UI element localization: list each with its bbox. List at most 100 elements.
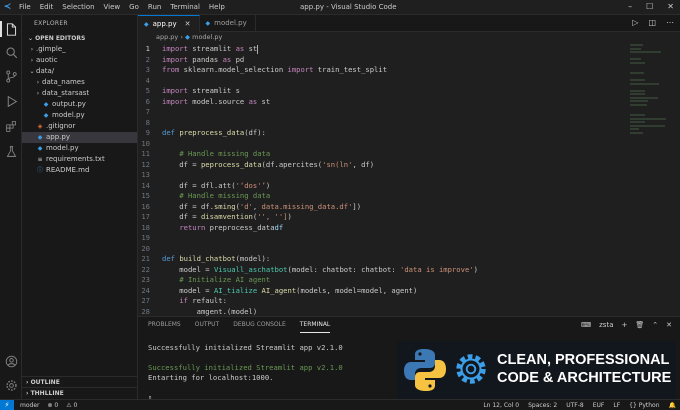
code-line[interactable]: 17 df = disamvention('', '']) <box>138 212 628 223</box>
file-item[interactable]: ◆ model.py <box>22 143 137 154</box>
code-line[interactable]: 14 df = dfl.att('‘dos'’) <box>138 181 628 192</box>
run-debug-icon[interactable] <box>3 93 19 109</box>
open-editors-section[interactable]: ⌄ OPEN EDITORS <box>22 33 137 44</box>
panel-tab-debug-console[interactable]: DEBUG CONSOLE <box>233 317 286 333</box>
panel-tab-terminal[interactable]: TERMINAL <box>299 317 331 333</box>
chevron-right-icon: › <box>30 46 34 53</box>
breadcrumb-item[interactable]: model.py <box>192 33 222 41</box>
code-token: sklearn.model_selection <box>183 65 288 74</box>
maximize-panel-icon[interactable]: ⌃ <box>652 321 658 329</box>
folder-item[interactable]: ⌄ data/ <box>22 66 137 77</box>
tab-app-py[interactable]: ◆ app.py ✕ <box>138 15 200 32</box>
code-line[interactable]: 11 # Handle missing data <box>138 149 628 160</box>
code-line[interactable]: 6 import model.source as st <box>138 97 628 108</box>
code-token: train_test_split <box>317 65 388 74</box>
folder-item[interactable]: › .gimple_ <box>22 44 137 55</box>
status-left-item[interactable]: ⚠ 0 <box>66 402 77 409</box>
testing-icon[interactable] <box>3 143 19 159</box>
maximize-icon[interactable]: ☐ <box>646 2 653 11</box>
panel-tab-problems[interactable]: PROBLEMS <box>148 317 181 333</box>
code-line[interactable]: 16 df = df.sming('d', data.missing_data.… <box>138 202 628 213</box>
tab-model-py[interactable]: ◆ model.py <box>200 15 256 32</box>
status-right-item[interactable]: LF <box>613 402 620 409</box>
folder-item[interactable]: › auotic <box>22 55 137 66</box>
file-item[interactable]: ≡ requirements.txt <box>22 154 137 165</box>
code-line[interactable]: 22 model = Visuall_aschatbot(model: chat… <box>138 265 628 276</box>
close-panel-icon[interactable]: ✕ <box>666 321 672 329</box>
minimize-icon[interactable]: – <box>628 2 632 11</box>
code-token: model = <box>162 285 214 295</box>
menu-item-go[interactable]: Go <box>129 3 139 11</box>
code-line[interactable]: 20 <box>138 244 628 255</box>
status-right-item[interactable]: {} Python <box>629 402 659 409</box>
menu-item-selection[interactable]: Selection <box>62 3 94 11</box>
explorer-icon[interactable] <box>0 21 19 37</box>
code-line[interactable]: 10 <box>138 139 628 150</box>
source-control-icon[interactable] <box>3 68 19 84</box>
status-right-item[interactable]: EUF <box>593 402 605 409</box>
code-line[interactable]: 12 df = peprocess_data(df.apercites('sn(… <box>138 160 628 171</box>
code-line[interactable]: 19 <box>138 233 628 244</box>
trash-icon[interactable]: 🗑 <box>635 321 644 329</box>
code-line[interactable]: 2 import pandas as pd <box>138 55 628 66</box>
breadcrumb-item[interactable]: app.py <box>156 33 178 41</box>
code-token: as <box>248 96 262 106</box>
status-left-item[interactable]: moder <box>20 402 39 409</box>
run-file-icon[interactable]: ▷ <box>632 18 638 27</box>
file-item[interactable]: ◆ output.py <box>22 99 137 110</box>
file-item[interactable]: ◆ app.py <box>22 132 137 143</box>
file-name: .gitignor <box>46 122 76 130</box>
timeline-section[interactable]: › THHLLINE <box>22 387 138 398</box>
code-line[interactable]: 9 def preprocess_data(df): <box>138 128 628 139</box>
code-line[interactable]: 5 import streamlit s <box>138 86 628 97</box>
status-right-item[interactable]: UTF-8 <box>566 402 584 409</box>
folder-item[interactable]: › data_names <box>22 77 137 88</box>
account-icon[interactable] <box>3 353 19 369</box>
code-line[interactable]: 27 if refault: <box>138 296 628 307</box>
status-right-item[interactable]: Spaces: 2 <box>528 402 557 409</box>
file-item[interactable]: ◈ .gitignor <box>22 121 137 132</box>
menu-item-help[interactable]: Help <box>209 3 225 11</box>
split-editor-icon[interactable]: ◫ <box>648 18 656 27</box>
more-actions-icon[interactable]: ⋯ <box>666 18 674 27</box>
panel-tab-output[interactable]: OUTPUT <box>195 317 219 333</box>
code-line[interactable]: 8 <box>138 118 628 129</box>
title-bar: ≺ File Edit Selection View Go Run Terminal Help… <box>0 0 680 15</box>
code-editor[interactable]: 1 import streamlit as st 2 import pandas as… <box>138 44 628 316</box>
status-left-item[interactable]: ⊗ 0 <box>47 402 58 409</box>
file-item[interactable]: ⓘ README.md <box>22 165 137 176</box>
status-right-item[interactable]: Ln 12, Col 0 <box>483 402 519 409</box>
code-text: import model.source as st <box>162 97 270 108</box>
menu-item-edit[interactable]: Edit <box>40 3 54 11</box>
code-line[interactable]: 13 <box>138 170 628 181</box>
outline-section[interactable]: › OUTLINE <box>22 376 138 387</box>
code-line[interactable]: 24 model = AI_tialize AI_agent(models, m… <box>138 286 628 297</box>
code-line[interactable]: 7 <box>138 107 628 118</box>
file-item[interactable]: ◆ model.py <box>22 110 137 121</box>
close-icon[interactable]: ✕ <box>667 2 674 11</box>
search-icon[interactable] <box>3 44 19 60</box>
code-line[interactable]: 4 <box>138 76 628 87</box>
code-line[interactable]: 18 return preprocess_datadf <box>138 223 628 234</box>
code-line[interactable]: 1 import streamlit as st <box>138 44 628 55</box>
line-number: 16 <box>141 201 150 211</box>
code-line[interactable]: 23 # Initialize AI agent <box>138 275 628 286</box>
code-line[interactable]: 3 from sklearn.model_selection import tra… <box>138 65 628 76</box>
add-terminal-icon[interactable]: + <box>621 321 627 329</box>
menu-item-terminal[interactable]: Terminal <box>170 3 200 11</box>
settings-gear-icon[interactable] <box>3 377 19 393</box>
vscode-logo-icon: ≺ <box>3 2 12 12</box>
folder-item[interactable]: › data_starsast <box>22 88 137 99</box>
close-tab-icon[interactable]: ✕ <box>185 16 191 33</box>
menu-item-file[interactable]: File <box>19 3 31 11</box>
menu-item-view[interactable]: View <box>104 3 121 11</box>
code-line[interactable]: 21 def build_chatbot(model): <box>138 254 628 265</box>
terminal-shell-name[interactable]: zsta <box>599 321 613 329</box>
file-name: data_names <box>42 78 85 86</box>
menu-item-run[interactable]: Run <box>148 3 161 11</box>
extensions-icon[interactable] <box>3 118 19 134</box>
code-line[interactable]: 15 # Handle missing data <box>138 191 628 202</box>
minimap[interactable] <box>630 44 666 134</box>
status-right-item[interactable]: 🔔 <box>669 402 676 409</box>
remote-indicator-icon[interactable]: ⚡ <box>0 399 14 410</box>
